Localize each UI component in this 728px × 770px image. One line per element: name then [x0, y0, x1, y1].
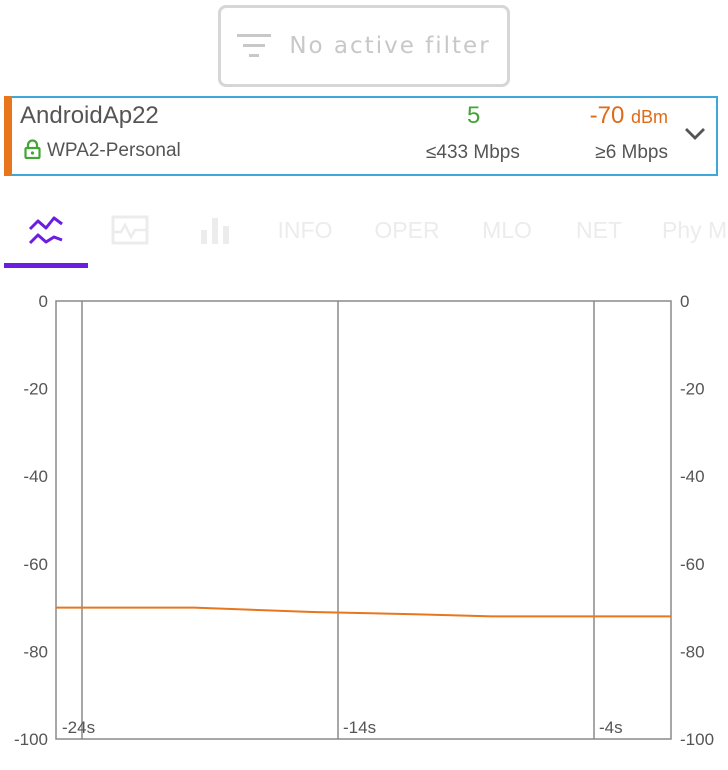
x-marker-label: -24s: [62, 718, 95, 737]
tab-net[interactable]: NET: [566, 200, 632, 260]
ap-channel: 5: [467, 102, 481, 129]
app-screen: No active filter AndroidAp22 WPA2-Person…: [0, 0, 728, 770]
timeline-icon: [111, 215, 149, 245]
tab-channels[interactable]: [185, 200, 245, 260]
ap-security: WPA2-Personal: [47, 140, 181, 161]
chevron-down-icon[interactable]: [684, 126, 706, 142]
tab-phy-label: Phy M: [662, 216, 728, 243]
y-tick-label-right: -60: [680, 555, 705, 574]
signal-graph-icon: [28, 216, 63, 245]
y-tick-label-right: -80: [680, 642, 705, 661]
signal-series-line: [56, 606, 671, 618]
lock-icon: [24, 139, 41, 159]
y-tick-label-left: -60: [23, 555, 48, 574]
y-tick-label-right: -100: [680, 730, 714, 749]
ap-signal-unit: dBm: [630, 107, 668, 127]
tab-info-label: INFO: [277, 216, 333, 243]
tab-signal-graph[interactable]: [4, 200, 88, 260]
access-point-card[interactable]: AndroidAp22 WPA2-Personal 5 ≤433 Mbps -7…: [4, 96, 718, 176]
tab-mlo-label: MLO: [482, 216, 532, 243]
tab-timeline[interactable]: [100, 200, 160, 260]
ap-min-rate: ≥6 Mbps: [595, 142, 668, 163]
plot-area-frame: [55, 300, 672, 740]
tab-mlo[interactable]: MLO: [472, 200, 542, 260]
y-tick-label-left: -40: [23, 467, 48, 486]
ap-max-rate: ≤433 Mbps: [426, 142, 520, 163]
y-tick-label-left: -20: [23, 380, 48, 399]
filter-button[interactable]: No active filter: [218, 5, 510, 87]
y-tick-label-left: 0: [39, 292, 48, 311]
y-tick-label-right: 0: [680, 292, 689, 311]
filter-label: No active filter: [289, 33, 491, 59]
x-marker-label: -14s: [343, 718, 376, 737]
y-tick-label-right: -40: [680, 467, 705, 486]
y-tick-label-left: -100: [14, 730, 48, 749]
tab-info[interactable]: INFO: [268, 200, 342, 260]
tab-oper[interactable]: OPER: [366, 200, 448, 260]
bar-chart-icon: [201, 218, 229, 244]
tab-net-label: NET: [576, 216, 622, 243]
ap-accent-bar: [4, 96, 12, 176]
filter-icon: [237, 34, 272, 57]
signal-strength-chart: 0 0 -20 -20 -40 -40 -60 -60 -80 -80 -100 -100 -24s -1…: [14, 292, 714, 749]
tab-selected-indicator: [4, 263, 88, 268]
ap-signal: -70 dBm: [590, 102, 668, 130]
y-tick-label-right: -20: [680, 380, 705, 399]
ap-ssid: AndroidAp22: [20, 102, 159, 129]
x-marker-label: -4s: [599, 718, 623, 737]
y-tick-label-left: -80: [23, 642, 48, 661]
tab-phy[interactable]: Phy M: [662, 200, 728, 260]
ap-signal-value: -70: [589, 102, 625, 129]
tab-oper-label: OPER: [374, 216, 440, 243]
